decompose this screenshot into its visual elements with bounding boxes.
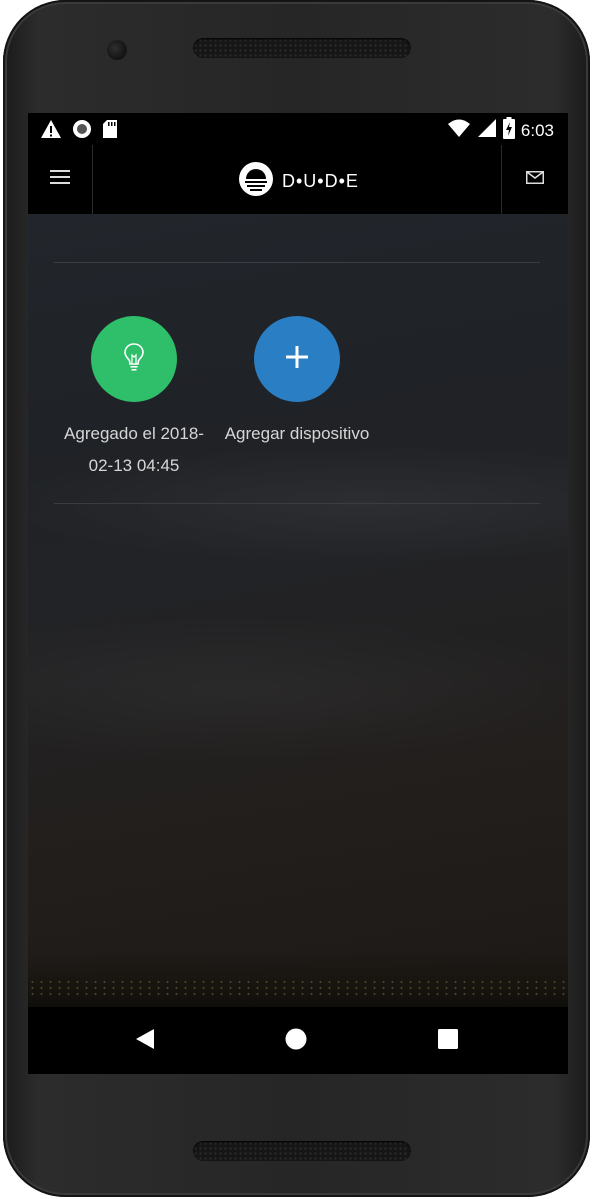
battery-charging-icon — [502, 117, 515, 144]
circle-icon — [72, 119, 92, 144]
warning-icon — [40, 119, 62, 144]
add-device-item[interactable]: Agregar dispositivo — [217, 316, 377, 450]
home-button[interactable] — [280, 1025, 312, 1057]
device-item[interactable]: Agregado el 2018-02-13 04:45 — [56, 316, 212, 482]
divider-bottom — [54, 503, 540, 504]
device-list-area: Agregado el 2018-02-13 04:45 Agregar dis… — [28, 214, 568, 1007]
mail-button[interactable] — [502, 145, 568, 214]
hamburger-menu-icon — [50, 170, 70, 189]
back-button[interactable] — [129, 1025, 161, 1057]
back-icon — [135, 1028, 155, 1055]
bottom-speaker — [193, 1141, 411, 1161]
mail-icon — [526, 170, 544, 189]
city-skyline-background — [28, 949, 568, 1007]
top-speaker — [193, 38, 411, 58]
screen: 6:03 D•U•D•E Agregado el 2018-02-13 04:4… — [28, 113, 568, 1074]
add-device-label: Agregar dispositivo — [224, 424, 370, 443]
status-bar: 6:03 — [28, 113, 568, 145]
app-bar: D•U•D•E — [28, 145, 568, 214]
recents-button[interactable] — [432, 1025, 464, 1057]
brand-logo: D•U•D•E — [238, 161, 359, 202]
wifi-icon — [447, 118, 471, 143]
status-clock: 6:03 — [520, 120, 554, 140]
divider-top — [54, 262, 540, 263]
add-device-button[interactable] — [254, 316, 340, 402]
navigation-bar — [28, 1007, 568, 1074]
brand-name: D•U•D•E — [282, 171, 359, 191]
dude-logo-icon — [238, 161, 274, 202]
front-camera — [107, 40, 127, 60]
device-button[interactable] — [91, 316, 177, 402]
menu-button[interactable] — [28, 145, 92, 214]
sd-card-icon — [102, 119, 118, 144]
plus-icon — [285, 345, 309, 374]
appbar-divider — [92, 145, 93, 214]
recents-icon — [438, 1028, 458, 1054]
signal-icon — [477, 118, 497, 143]
home-icon — [285, 1028, 307, 1055]
device-label: Agregado el 2018-02-13 04:45 — [64, 424, 204, 475]
lightbulb-icon — [123, 342, 145, 377]
